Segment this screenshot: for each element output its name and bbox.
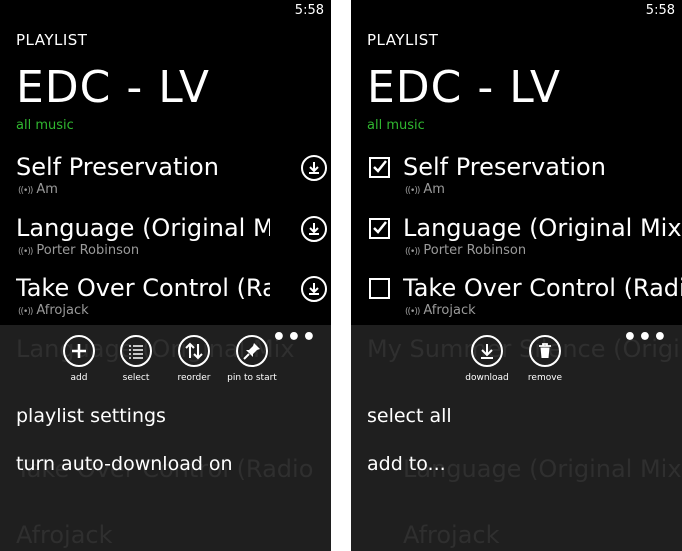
menu-item-add-to[interactable]: add to... [367, 453, 446, 475]
radio-wave-icon: ((•)) [18, 247, 33, 257]
radio-wave-icon: ((•)) [18, 186, 33, 196]
reorder-button[interactable]: reorder [163, 335, 225, 383]
pin-to-start-button[interactable]: pin to start [221, 335, 283, 383]
song-row[interactable]: Language (Original Mix ((•)) Porter Robin… [0, 213, 331, 273]
song-artist: ((•)) Porter Robinson [405, 243, 527, 258]
song-title: Language (Original Mix [16, 214, 270, 242]
playlist-title: EDC - LV [367, 62, 562, 113]
page-heading: PLAYLIST [16, 31, 88, 49]
song-artist: ((•)) Am [405, 182, 445, 197]
add-button[interactable]: add [48, 335, 110, 383]
radio-wave-icon: ((•)) [405, 186, 420, 196]
song-row[interactable]: Take Over Control (Radio ((•))Afrojack [0, 273, 331, 333]
app-bar: Language (Original Mix Take Over Control… [0, 325, 331, 551]
checkbox-checked[interactable] [369, 157, 390, 178]
song-title: Take Over Control (Radio [16, 274, 270, 302]
select-label: select [122, 373, 150, 383]
app-bar: My Summer Silence (Origi Language (Origi… [351, 325, 682, 551]
remove-button[interactable]: remove [514, 335, 576, 383]
reorder-label: reorder [177, 373, 211, 383]
menu-item-playlist-settings[interactable]: playlist settings [16, 405, 166, 427]
pin-to-start-label: pin to start [227, 373, 277, 383]
checkbox-unchecked[interactable] [369, 278, 390, 299]
add-icon [63, 335, 95, 367]
download-icon [471, 335, 503, 367]
song-row[interactable]: Self Preservation ((•)) Am [0, 152, 331, 212]
more-options-button[interactable]: ••• [623, 325, 668, 350]
page-heading: PLAYLIST [367, 31, 439, 49]
song-artist: ((•)) Afrojack [405, 303, 476, 318]
song-title: Language (Original Mix) [403, 214, 682, 242]
song-title: Self Preservation [403, 153, 606, 181]
filter-link-all-music[interactable]: all music [16, 118, 74, 133]
pin-icon [236, 335, 268, 367]
phone-screen-right: 5:58 PLAYLIST EDC - LV all music Self Pr… [351, 0, 682, 551]
select-icon [120, 335, 152, 367]
reorder-icon [178, 335, 210, 367]
song-row[interactable]: Take Over Control (Radio ((•))Afrojack [351, 273, 682, 333]
radio-wave-icon: ((•)) [405, 247, 420, 257]
song-title: Take Over Control (Radio [403, 274, 682, 302]
radio-wave-icon: ((•)) [405, 307, 420, 317]
song-artist: ((•)) Afrojack [18, 303, 89, 318]
download-button[interactable]: download [456, 335, 518, 383]
download-icon[interactable] [301, 276, 327, 302]
trash-icon [529, 335, 561, 367]
phone-screen-left: 5:58 PLAYLIST EDC - LV all music Self Pr… [0, 0, 331, 551]
ghost-row: Afrojack [16, 521, 113, 549]
song-artist: ((•)) Porter Robinson [18, 243, 140, 258]
menu-item-auto-download[interactable]: turn auto-download on [16, 453, 233, 475]
song-row[interactable]: Self Preservation ((•)) Am [351, 152, 682, 212]
download-icon[interactable] [301, 155, 327, 181]
remove-label: remove [527, 373, 563, 383]
download-label: download [465, 373, 509, 383]
ghost-row: Afrojack [403, 521, 500, 549]
song-title: Self Preservation [16, 153, 219, 181]
song-artist: ((•)) Am [18, 182, 58, 197]
status-clock: 5:58 [294, 3, 324, 18]
add-label: add [70, 373, 88, 383]
menu-item-select-all[interactable]: select all [367, 405, 452, 427]
radio-wave-icon: ((•)) [18, 307, 33, 317]
checkbox-checked[interactable] [369, 218, 390, 239]
download-icon[interactable] [301, 216, 327, 242]
song-row[interactable]: Language (Original Mix) ((•)) Porter Robi… [351, 213, 682, 273]
status-clock: 5:58 [645, 3, 675, 18]
playlist-title: EDC - LV [16, 62, 211, 113]
select-button[interactable]: select [105, 335, 167, 383]
filter-link-all-music[interactable]: all music [367, 118, 425, 133]
